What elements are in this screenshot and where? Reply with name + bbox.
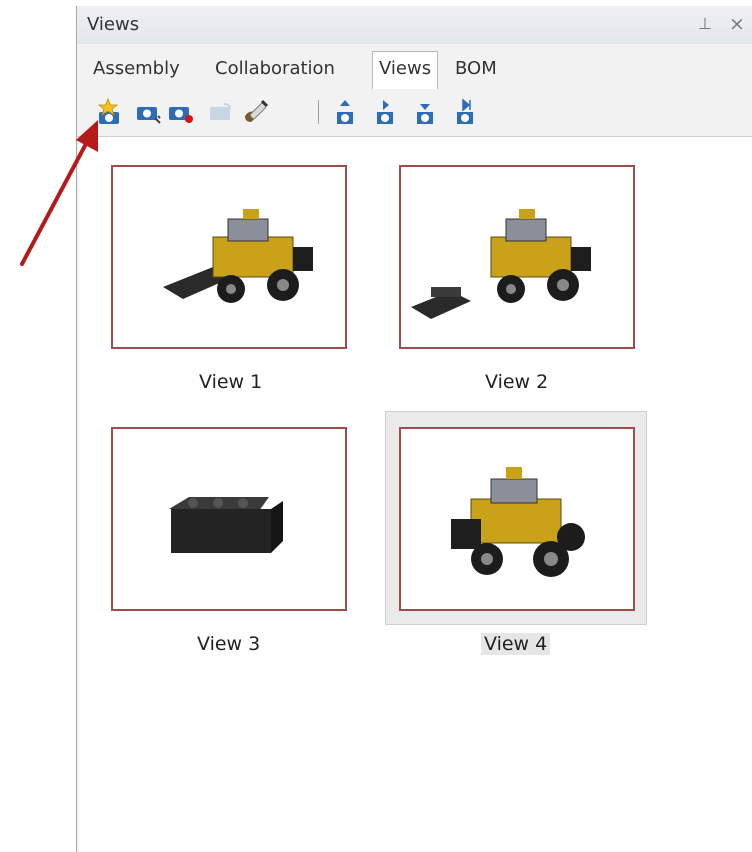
record-view-icon[interactable] bbox=[167, 98, 195, 126]
view-thumbnail[interactable] bbox=[399, 165, 635, 349]
view-item-4[interactable]: View 4 bbox=[385, 411, 663, 667]
paint-brush-icon[interactable] bbox=[241, 98, 269, 126]
tab-strip: Assembly Collaboration Views BOM bbox=[77, 50, 752, 90]
link-view-icon bbox=[207, 98, 235, 126]
tab-views[interactable]: Views bbox=[372, 51, 439, 89]
view-label: View 1 bbox=[199, 371, 263, 393]
move-down-icon[interactable] bbox=[411, 98, 439, 126]
view-thumbnail[interactable] bbox=[111, 427, 347, 611]
view-thumbnail[interactable] bbox=[111, 165, 347, 349]
move-next-icon[interactable] bbox=[371, 98, 399, 126]
view-item-3[interactable]: View 3 bbox=[111, 427, 375, 667]
panel-title-bar: Views ⊥ × bbox=[77, 6, 752, 44]
view-label: View 3 bbox=[197, 633, 261, 655]
view-label: View 2 bbox=[485, 371, 549, 393]
view-item-1[interactable]: View 1 bbox=[111, 165, 375, 405]
move-up-icon[interactable] bbox=[331, 98, 359, 126]
views-gallery: View 1 View 2 View 3 View 4 bbox=[79, 137, 752, 852]
views-toolbar bbox=[77, 90, 752, 137]
pin-icon[interactable]: ⊥ bbox=[698, 14, 712, 33]
view-item-2[interactable]: View 2 bbox=[399, 165, 663, 405]
view-label: View 4 bbox=[481, 633, 551, 655]
toolbar-separator bbox=[318, 100, 319, 124]
views-panel: Views ⊥ × Assembly Collaboration Views B… bbox=[76, 6, 752, 852]
annotation-arrow bbox=[20, 120, 98, 266]
tab-bom[interactable]: BOM bbox=[449, 52, 503, 86]
tab-collaboration[interactable]: Collaboration bbox=[209, 52, 341, 86]
view-thumbnail[interactable] bbox=[399, 427, 635, 611]
close-icon[interactable]: × bbox=[729, 13, 745, 35]
move-last-icon[interactable] bbox=[451, 98, 479, 126]
